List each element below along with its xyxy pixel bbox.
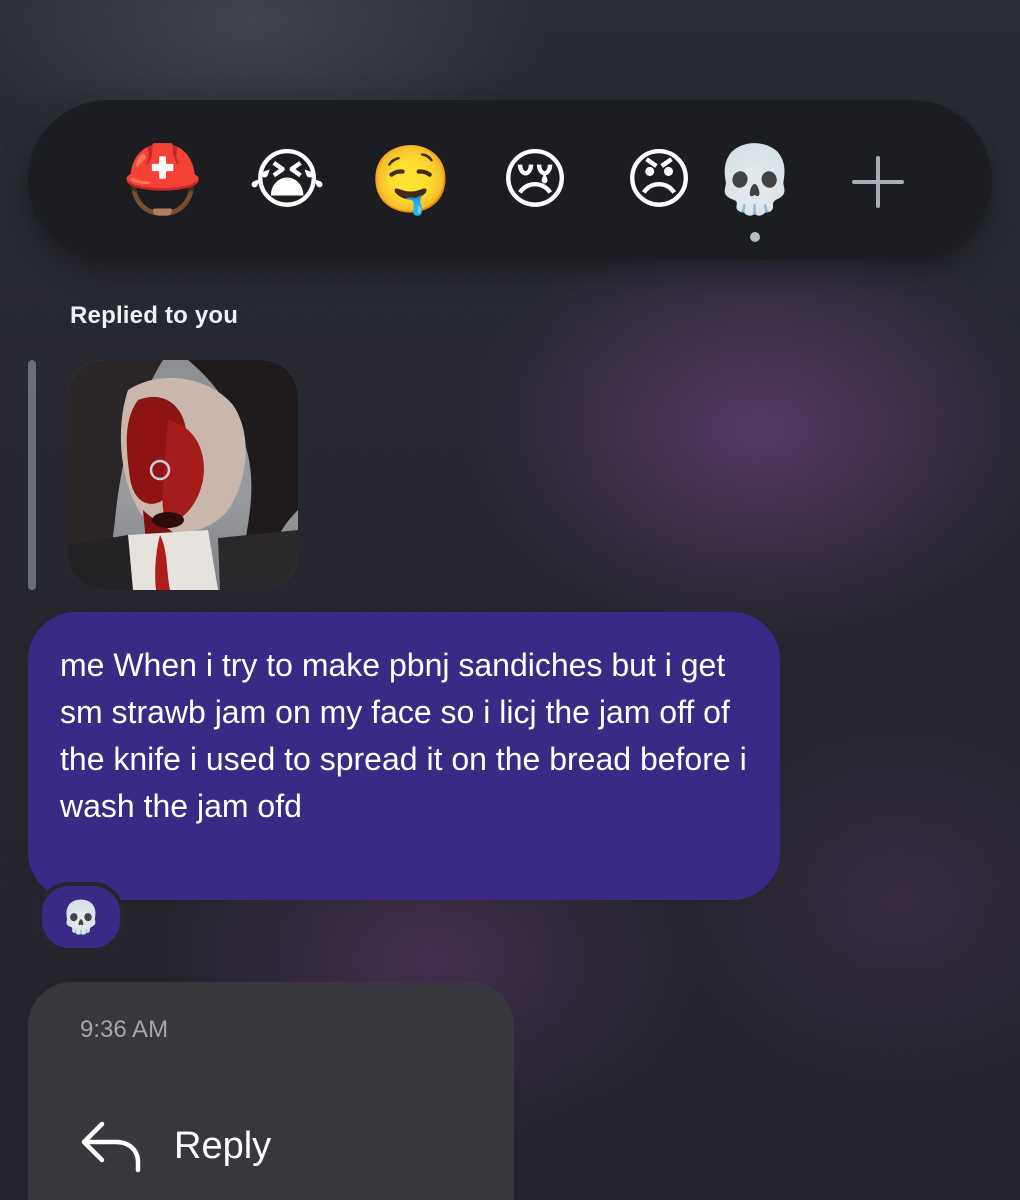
reaction-skull[interactable]: 💀 <box>714 138 796 220</box>
reply-label: Reply <box>174 1124 272 1167</box>
message-reaction-badge[interactable]: 💀 <box>38 882 124 952</box>
message-bubble[interactable]: me When i try to make pbnj sandiches but… <box>28 612 780 900</box>
message-text: me When i try to make pbnj sandiches but… <box>60 647 747 824</box>
plus-icon[interactable] <box>850 154 906 210</box>
message-timestamp: 9:36 AM <box>80 1016 169 1043</box>
selected-reaction-indicator <box>750 232 760 242</box>
message-context-menu: 9:36 AM Reply <box>28 982 514 1200</box>
reaction-drooling[interactable]: 🤤 <box>370 138 452 220</box>
replied-photo-thumbnail[interactable] <box>68 360 298 590</box>
reaction-loudly-crying[interactable]: 😭 <box>246 138 328 220</box>
reaction-rescue-helmet[interactable]: ⛑️ <box>122 138 204 220</box>
reaction-crying[interactable]: 😢 <box>494 138 576 220</box>
replied-to-label: Replied to you <box>70 302 239 329</box>
reply-indicator-line <box>28 360 36 590</box>
reply-button[interactable]: Reply <box>80 1116 271 1176</box>
reaction-bar: ⛑️ 😭 🤤 😢 😠 💀 <box>28 100 992 260</box>
photo-illustration <box>68 360 298 590</box>
reply-arrow-icon <box>81 1121 141 1173</box>
reaction-angry[interactable]: 😠 <box>618 138 700 220</box>
